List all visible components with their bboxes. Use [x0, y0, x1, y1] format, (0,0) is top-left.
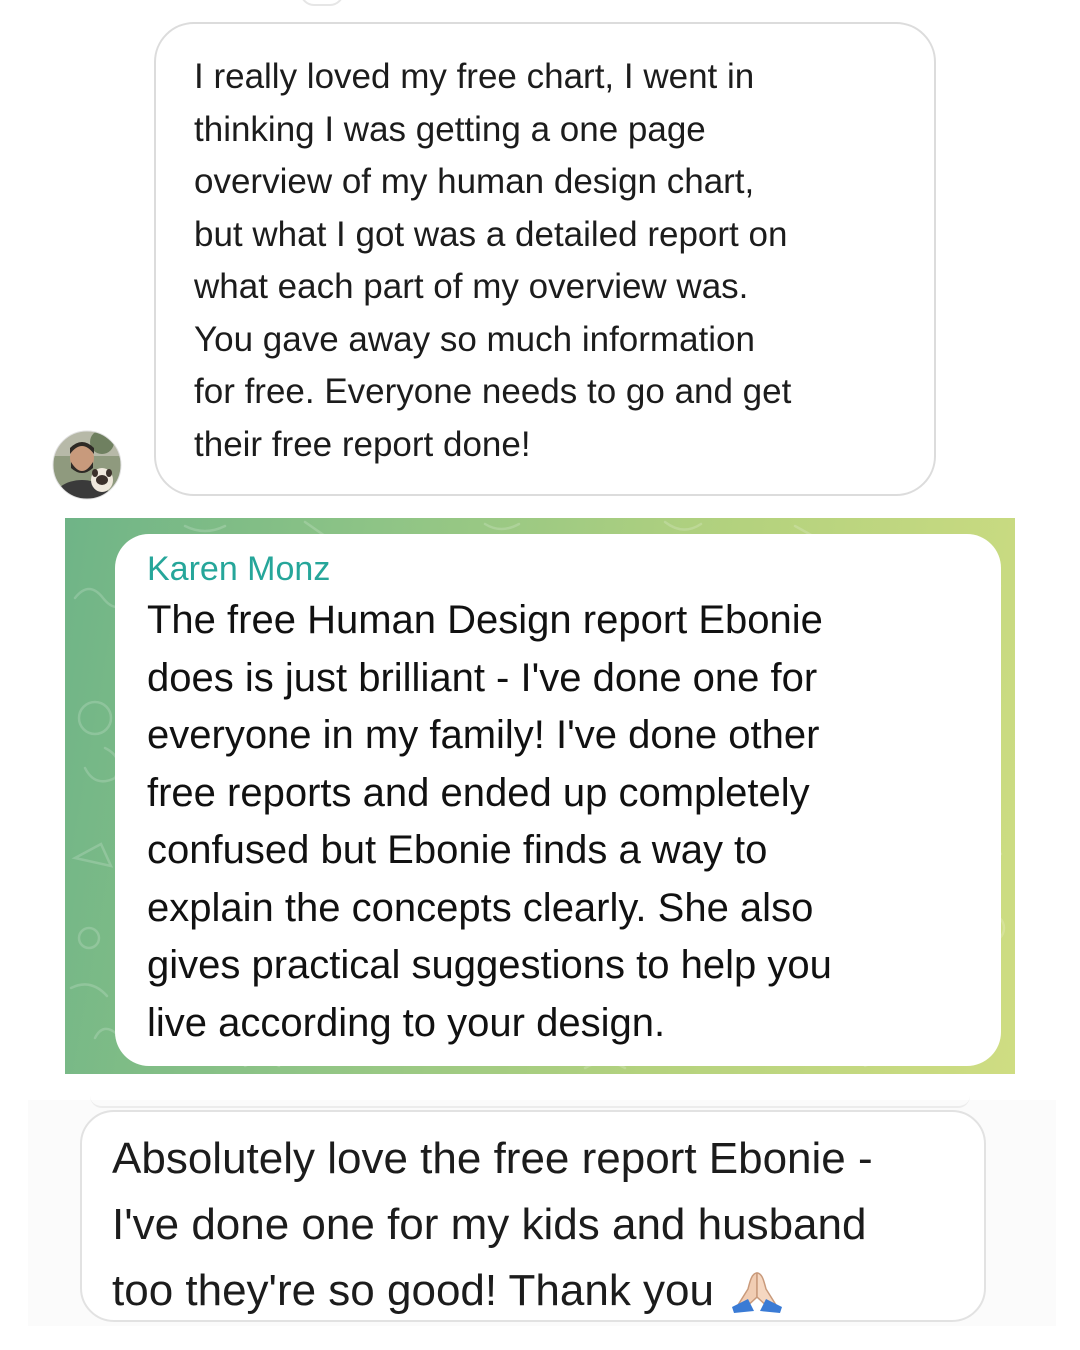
- message-bubble-first: I really loved my free chart, I went in …: [154, 22, 936, 496]
- message-text-third-wrapper: Absolutely love the free report Ebonie -…: [112, 1126, 964, 1332]
- sender-name[interactable]: Karen Monz: [147, 548, 979, 590]
- message-bubble-third: Absolutely love the free report Ebonie -…: [80, 1110, 986, 1322]
- folded-hands-icon: [728, 1266, 786, 1332]
- testimonials-page: I really loved my free chart, I went in …: [0, 0, 1080, 1350]
- telegram-chat-panel: Karen Monz The free Human Design report …: [65, 518, 1015, 1074]
- avatar[interactable]: [52, 430, 122, 500]
- previous-bubble-edge: [90, 1096, 970, 1108]
- user-avatar-icon: [52, 430, 122, 500]
- message-text-second: The free Human Design report Ebonie does…: [147, 598, 832, 1045]
- message-bubble-second: Karen Monz The free Human Design report …: [115, 534, 1001, 1066]
- previous-message-stub: [300, 0, 344, 6]
- message-text-first: I really loved my free chart, I went in …: [194, 57, 792, 464]
